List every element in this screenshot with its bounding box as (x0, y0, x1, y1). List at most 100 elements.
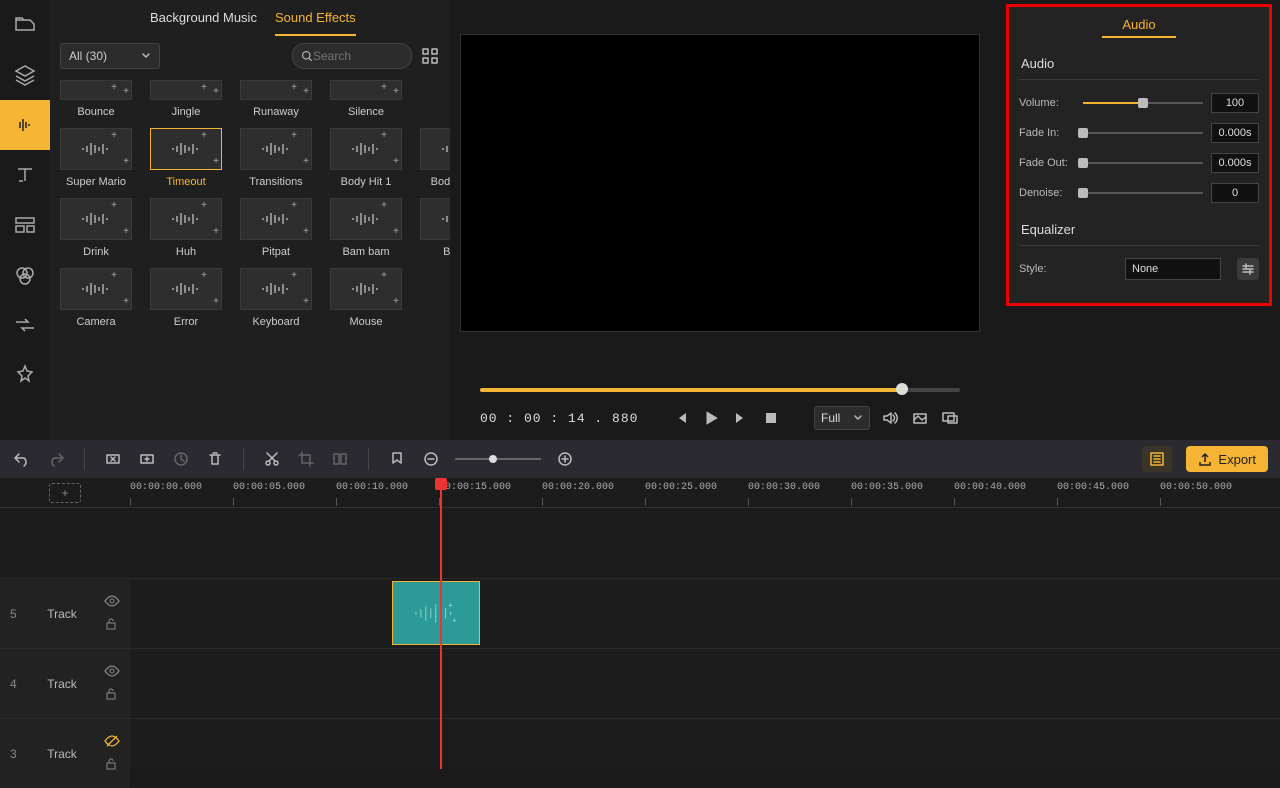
ruler-tick: 00:00:35.000 (851, 482, 923, 493)
zoom-slider[interactable] (455, 452, 541, 466)
speed-button[interactable] (330, 449, 350, 469)
video-preview[interactable] (460, 34, 980, 332)
sound-item[interactable]: ++Beep (420, 198, 450, 258)
sound-item[interactable]: ++Bounce (60, 80, 132, 118)
sound-item[interactable]: ++Jingle (150, 80, 222, 118)
add-track-button[interactable]: + (49, 483, 81, 503)
sound-item[interactable]: ++Timeout (150, 128, 222, 188)
sound-item[interactable]: ++Silence (330, 80, 402, 118)
sound-item[interactable]: ++Huh (150, 198, 222, 258)
track-body[interactable] (130, 719, 1280, 788)
sound-item[interactable]: ++Drink (60, 198, 132, 258)
sound-label: Error (150, 316, 222, 328)
ruler-tick: 00:00:45.000 (1057, 482, 1129, 493)
rail-text-icon[interactable] (0, 150, 50, 200)
sound-item[interactable]: ++Pitpat (240, 198, 312, 258)
sound-item[interactable]: ++Super Mario (60, 128, 132, 188)
sound-item[interactable]: ++Bam bam (330, 198, 402, 258)
export-button[interactable]: Export (1186, 446, 1268, 472)
sound-label: Camera (60, 316, 132, 328)
eq-settings-icon[interactable] (1237, 258, 1259, 280)
next-frame-button[interactable] (731, 408, 751, 428)
timeline-ruler[interactable]: + 00:00:00.00000:00:05.00000:00:10.00000… (0, 478, 1280, 508)
track-lock-icon[interactable] (104, 617, 120, 634)
sound-thumb: ++ (240, 128, 312, 170)
undo-button[interactable] (12, 449, 32, 469)
rail-audio-icon[interactable] (0, 100, 50, 150)
volume-slider[interactable] (1083, 96, 1203, 110)
timeline-spacer (0, 508, 1280, 578)
track-lock-icon[interactable] (104, 687, 120, 704)
category-select[interactable]: All (30) (60, 43, 160, 69)
denoise-slider[interactable] (1083, 186, 1203, 200)
playback-scrubber[interactable] (480, 380, 960, 400)
track-visibility-icon[interactable] (104, 734, 120, 751)
crop-button[interactable] (296, 449, 316, 469)
play-button[interactable] (701, 408, 721, 428)
render-button[interactable] (171, 449, 191, 469)
sound-thumb: ++ (330, 268, 402, 310)
redo-button[interactable] (46, 449, 66, 469)
sound-item[interactable]: ++Body Hit 2 (420, 128, 450, 188)
cut-button[interactable] (262, 449, 282, 469)
sound-thumb: ++ (60, 80, 132, 100)
search-input[interactable] (313, 49, 393, 63)
svg-text:+: + (453, 615, 457, 624)
fadein-slider[interactable] (1083, 126, 1203, 140)
sound-item[interactable]: ++Body Hit 1 (330, 128, 402, 188)
category-select-label: All (30) (69, 49, 107, 63)
marker-button[interactable] (387, 449, 407, 469)
rail-layers-icon[interactable] (0, 50, 50, 100)
sound-label: Mouse (330, 316, 402, 328)
track-lock-icon[interactable] (104, 757, 120, 774)
rail-template-icon[interactable] (0, 200, 50, 250)
volume-value[interactable]: 100 (1211, 93, 1259, 113)
rail-transition-icon[interactable] (0, 300, 50, 350)
fullscreen-icon[interactable] (940, 408, 960, 428)
delete-button[interactable] (205, 449, 225, 469)
rail-element-icon[interactable] (0, 350, 50, 400)
sound-label: Jingle (150, 106, 222, 118)
track-body[interactable] (130, 649, 1280, 718)
rail-effects-icon[interactable] (0, 250, 50, 300)
eq-style-select[interactable]: None (1125, 258, 1221, 280)
media-tabs: Background Music Sound Effects (50, 0, 450, 36)
stop-button[interactable] (761, 408, 781, 428)
sound-item[interactable]: ++Camera (60, 268, 132, 328)
fadeout-slider[interactable] (1083, 156, 1203, 170)
sound-item[interactable]: ++Transitions (240, 128, 312, 188)
sound-item[interactable]: ++Runaway (240, 80, 312, 118)
svg-text:+: + (448, 601, 452, 610)
tab-background-music[interactable]: Background Music (150, 10, 257, 36)
sound-label: Huh (150, 246, 222, 258)
split-remove-button[interactable] (103, 449, 123, 469)
audio-panel-tab[interactable]: Audio (1019, 13, 1259, 42)
grid-view-icon[interactable] (420, 46, 440, 66)
split-add-button[interactable] (137, 449, 157, 469)
track-visibility-icon[interactable] (104, 594, 120, 611)
preview-size-select[interactable]: Full (814, 406, 870, 430)
track-row: 3Track (0, 718, 1280, 788)
project-settings-button[interactable] (1142, 446, 1172, 472)
rail-media-icon[interactable] (0, 0, 50, 50)
prev-frame-button[interactable] (671, 408, 691, 428)
denoise-value[interactable]: 0 (1211, 183, 1259, 203)
playhead[interactable] (440, 478, 442, 769)
media-panel: Background Music Sound Effects All (30) … (50, 0, 450, 440)
sound-item[interactable]: ++Error (150, 268, 222, 328)
track-number: 4 (10, 677, 20, 691)
zoom-out-button[interactable] (421, 449, 441, 469)
tab-sound-effects[interactable]: Sound Effects (275, 10, 356, 36)
zoom-in-button[interactable] (555, 449, 575, 469)
sound-item[interactable]: ++Keyboard (240, 268, 312, 328)
track-visibility-icon[interactable] (104, 664, 120, 681)
track-body[interactable]: ++ (130, 579, 1280, 648)
snapshot-icon[interactable] (910, 408, 930, 428)
fadeout-value[interactable]: 0.000s (1211, 153, 1259, 173)
timeline: + 00:00:00.00000:00:05.00000:00:10.00000… (0, 478, 1280, 769)
fadein-value[interactable]: 0.000s (1211, 123, 1259, 143)
sound-item[interactable]: ++ Mouse (330, 268, 402, 328)
audio-clip[interactable]: ++ (392, 581, 480, 645)
search-input-wrap[interactable] (292, 43, 412, 69)
volume-icon[interactable] (880, 408, 900, 428)
